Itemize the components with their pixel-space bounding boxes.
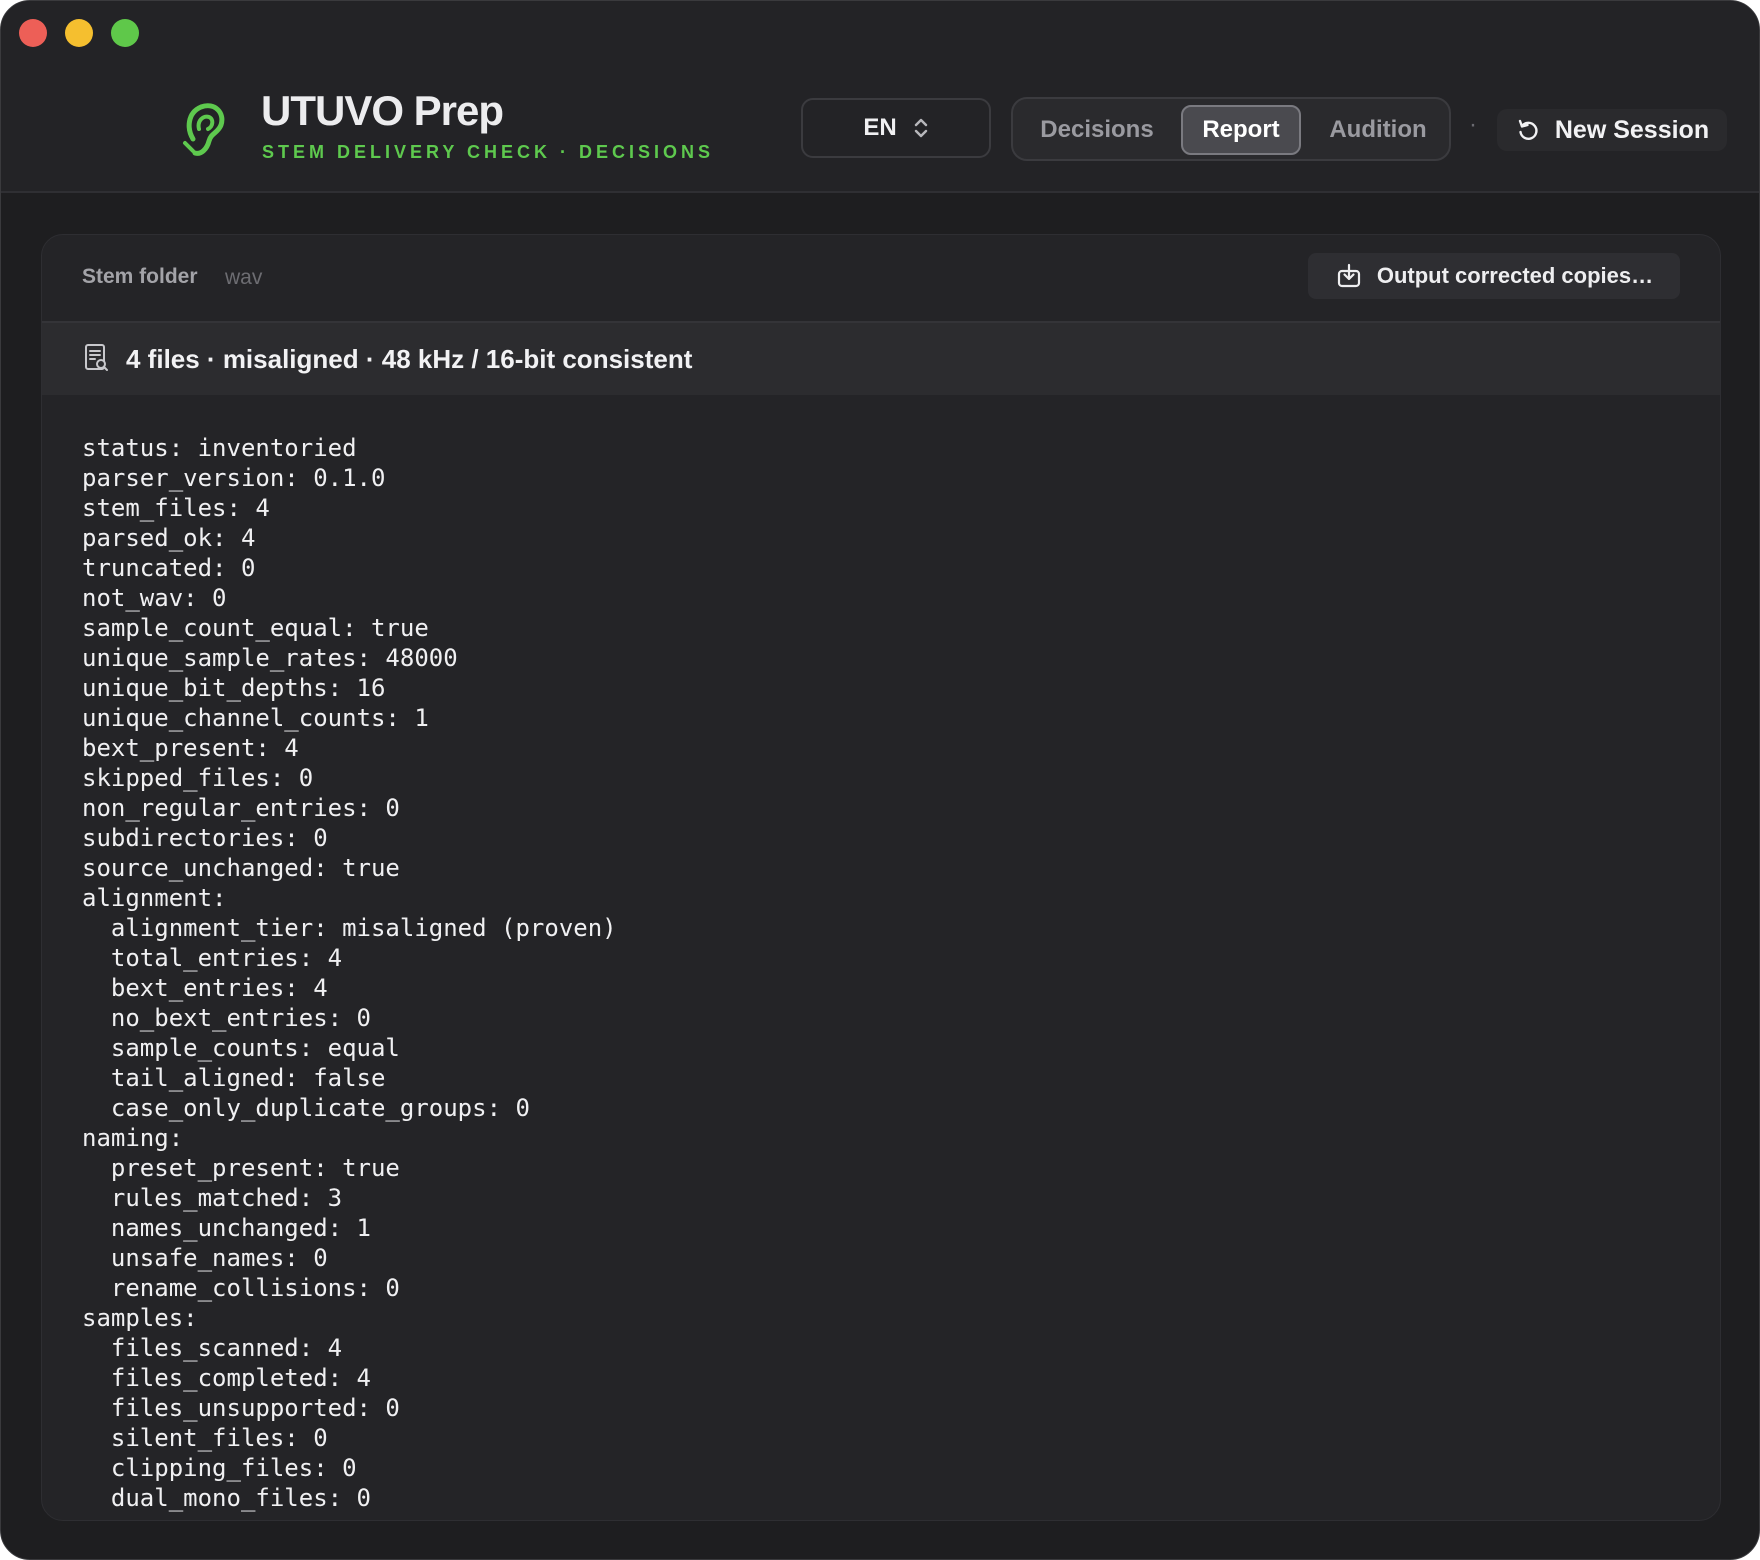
report-line: names_unchanged: 1 xyxy=(82,1214,371,1242)
report-line: files_unsupported: 0 xyxy=(82,1394,400,1422)
report-line: samples: xyxy=(82,1304,198,1332)
report-line: rules_matched: 3 xyxy=(82,1184,343,1212)
report-line: parsed_ok: 4 xyxy=(82,524,256,552)
report-line: total_entries: 4 xyxy=(82,944,343,972)
report-line: tail_aligned: false xyxy=(82,1064,386,1092)
report-line: alignment: xyxy=(82,884,227,912)
header-separator: · xyxy=(1469,111,1477,138)
report-text: status: inventoried parser_version: 0.1.… xyxy=(82,433,1700,1520)
report-line: files_completed: 4 xyxy=(82,1364,371,1392)
export-icon xyxy=(1337,263,1360,288)
report-line: source_unchanged: true xyxy=(82,854,400,882)
report-line: unique_bit_depths: 16 xyxy=(82,674,386,702)
report-line: clipping_files: 0 xyxy=(82,1454,357,1482)
report-line: non_regular_entries: 0 xyxy=(82,794,400,822)
report-line: unique_sample_rates: 48000 xyxy=(82,644,458,672)
app-window: UTUVO Prep STEM DELIVERY CHECK · DECISIO… xyxy=(0,0,1760,1560)
report-line: dual_mono_files: 0 xyxy=(82,1484,371,1512)
tab-audition[interactable]: Audition xyxy=(1313,105,1443,155)
document-search-icon xyxy=(85,344,108,371)
report-line: case_only_duplicate_groups: 0 xyxy=(82,1094,530,1122)
report-line: unique_channel_counts: 1 xyxy=(82,704,429,732)
summary-bar: 4 files · misaligned · 48 kHz / 16-bit c… xyxy=(42,323,1720,395)
report-line: status: inventoried xyxy=(82,434,357,462)
app-title: UTUVO Prep xyxy=(261,87,504,134)
report-line: stem_files: 4 xyxy=(82,494,270,522)
report-line: bext_present: 4 xyxy=(82,734,299,762)
chevron-up-down-icon xyxy=(914,118,927,138)
title-bar: UTUVO Prep STEM DELIVERY CHECK · DECISIO… xyxy=(1,1,1759,193)
report-line: skipped_files: 0 xyxy=(82,764,314,792)
new-session-button[interactable]: New Session xyxy=(1497,109,1727,151)
report-line: alignment_tier: misaligned (proven) xyxy=(82,914,617,942)
app-subtitle: STEM DELIVERY CHECK · DECISIONS xyxy=(262,142,715,162)
report-line: no_bext_entries: 0 xyxy=(82,1004,371,1032)
report-line: subdirectories: 0 xyxy=(82,824,328,852)
minimize-window-button[interactable] xyxy=(65,19,93,47)
tab-decisions[interactable]: Decisions xyxy=(1025,105,1169,155)
report-panel: Stem folder wav Output corrected copies…… xyxy=(41,234,1721,1521)
report-line: bext_entries: 4 xyxy=(82,974,328,1002)
stem-folder-value: wav xyxy=(225,266,263,289)
language-select[interactable]: EN xyxy=(801,98,991,158)
output-corrected-copies-button[interactable]: Output corrected copies… xyxy=(1308,253,1680,299)
report-line: silent_files: 0 xyxy=(82,1424,328,1452)
report-line: sample_counts: equal xyxy=(82,1034,400,1062)
report-line: naming: xyxy=(82,1124,184,1152)
summary-text: 4 files · misaligned · 48 kHz / 16-bit c… xyxy=(126,344,693,374)
new-session-label: New Session xyxy=(1554,115,1710,144)
language-value: EN xyxy=(863,114,897,141)
report-line: not_wav: 0 xyxy=(82,584,227,612)
stem-folder-label: Stem folder xyxy=(82,265,198,288)
report-line: sample_count_equal: true xyxy=(82,614,429,642)
panel-header: Stem folder wav Output corrected copies… xyxy=(42,235,1720,323)
report-line: unsafe_names: 0 xyxy=(82,1244,328,1272)
report-line: preset_present: true xyxy=(82,1154,400,1182)
view-tabs: Decisions Report Audition xyxy=(1011,97,1451,161)
output-button-label: Output corrected copies… xyxy=(1376,263,1654,288)
tab-report[interactable]: Report xyxy=(1181,105,1301,155)
report-line: truncated: 0 xyxy=(82,554,256,582)
ear-icon xyxy=(183,103,225,156)
zoom-window-button[interactable] xyxy=(111,19,139,47)
report-line: rename_collisions: 0 xyxy=(82,1274,400,1302)
report-line: parser_version: 0.1.0 xyxy=(82,464,386,492)
report-line: files_scanned: 4 xyxy=(82,1334,343,1362)
close-window-button[interactable] xyxy=(19,19,47,47)
reset-icon xyxy=(1518,119,1538,140)
